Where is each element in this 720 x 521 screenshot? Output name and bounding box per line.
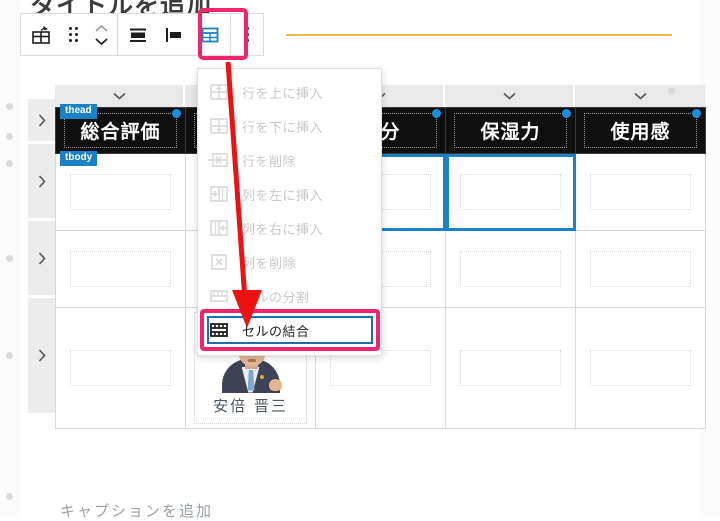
gutter-dot: [6, 255, 13, 262]
menu-item-insert-row-after[interactable]: 行を下に挿入: [198, 109, 381, 143]
cell-placeholder: [460, 174, 561, 210]
table-cell[interactable]: [55, 230, 186, 308]
chevron-right-icon: [38, 113, 46, 127]
cell-handle-dot[interactable]: [432, 109, 441, 118]
table-cell[interactable]: [575, 230, 706, 308]
toolbar-group-align: [117, 14, 230, 55]
insert-column-after-icon: [208, 218, 230, 238]
table-header-cell[interactable]: 使用感: [575, 107, 706, 154]
photo-caption: 安倍 晋三: [213, 396, 288, 415]
chevron-right-icon: [38, 251, 46, 265]
cell-placeholder: [460, 350, 561, 386]
table-header-cell[interactable]: 保湿力: [445, 107, 576, 154]
menu-item-delete-column[interactable]: 列を削除: [198, 245, 381, 279]
cell-placeholder: [590, 350, 691, 386]
gutter-dot: [6, 103, 13, 110]
header-label: 使用感: [610, 122, 671, 143]
gutter-dot: [6, 133, 13, 140]
cell-placeholder: [70, 350, 171, 386]
chevron-right-icon: [38, 174, 46, 188]
menu-item-label: セルの結合: [242, 324, 310, 340]
split-cell-icon: [208, 286, 230, 306]
gutter-dot: [6, 352, 13, 359]
table-cell[interactable]: [445, 307, 576, 429]
menu-item-label: 列を左に挿入: [242, 188, 324, 204]
align-left-icon[interactable]: [156, 14, 192, 55]
align-center-icon[interactable]: [120, 14, 156, 55]
menu-item-label: 行を上に挿入: [242, 86, 324, 102]
more-options-icon[interactable]: [233, 14, 261, 55]
menu-item-insert-column-after[interactable]: 列を右に挿入: [198, 211, 381, 245]
cell-placeholder: [70, 251, 171, 287]
table-cell[interactable]: [575, 307, 706, 429]
table-caption[interactable]: キャプションを追加: [60, 500, 213, 521]
horizontal-rule: [286, 34, 672, 36]
menu-item-merge-cells[interactable]: セルの結合: [198, 313, 381, 347]
menu-item-label: セルの分割: [242, 290, 310, 306]
row-handle-1[interactable]: [28, 144, 55, 221]
struct-tag-thead: thead: [60, 104, 97, 119]
column-menu-5[interactable]: [575, 85, 705, 107]
chevron-down-icon: [112, 87, 126, 105]
row-handle-column: [28, 99, 55, 416]
menu-item-insert-column-before[interactable]: 列を左に挿入: [198, 177, 381, 211]
toolbar-group-block: [21, 14, 117, 55]
gutter-dot: [668, 88, 675, 95]
table-cell-selected[interactable]: [445, 153, 576, 231]
cell-placeholder: [70, 174, 171, 210]
menu-item-label: 列を削除: [242, 256, 297, 272]
struct-tag-tbody: tbody: [60, 151, 98, 166]
insert-column-before-icon: [208, 184, 230, 204]
toolbar-group-more: [230, 14, 263, 55]
table-options-menu[interactable]: 行を上に挿入 行を下に挿入 行を削除 列を左に挿入 列を右に挿入 列を削除 セル…: [197, 68, 382, 356]
table-cell[interactable]: [575, 153, 706, 231]
row-handle-3[interactable]: [28, 298, 55, 416]
menu-item-label: 行を削除: [242, 154, 297, 170]
cell-placeholder: [590, 251, 691, 287]
menu-item-insert-row-before[interactable]: 行を上に挿入: [198, 75, 381, 109]
header-label: 保湿力: [480, 122, 541, 143]
block-toolbar[interactable]: [20, 13, 264, 56]
insert-row-before-icon: [208, 82, 230, 102]
drag-handle-icon[interactable]: [59, 14, 87, 55]
row-handle-2[interactable]: [28, 221, 55, 298]
editor-canvas: タイトルを追加 総合評価 保湿力 使用感 安倍 晋三 thead tbody キ…: [0, 0, 720, 521]
delete-row-icon: [208, 150, 230, 170]
column-menu-4[interactable]: [445, 85, 575, 107]
table-block-icon[interactable]: [23, 14, 59, 55]
menu-item-label: 列を右に挿入: [242, 222, 324, 238]
cell-handle-dot[interactable]: [172, 109, 181, 118]
row-handle-head[interactable]: [28, 99, 55, 144]
move-up-down-icon[interactable]: [87, 14, 115, 55]
menu-item-delete-row[interactable]: 行を削除: [198, 143, 381, 177]
gutter-dot: [6, 493, 13, 500]
gutter-dot: [6, 160, 13, 167]
header-label: 総合評価: [80, 122, 161, 143]
table-cell[interactable]: [445, 230, 576, 308]
insert-row-after-icon: [208, 116, 230, 136]
delete-column-icon: [208, 252, 230, 272]
chevron-down-icon: [633, 87, 647, 105]
menu-item-label: 行を下に挿入: [242, 120, 324, 136]
cell-handle-dot[interactable]: [562, 109, 571, 118]
chevron-down-icon: [502, 87, 516, 105]
edit-table-icon[interactable]: [192, 14, 228, 55]
cell-handle-dot[interactable]: [692, 109, 701, 118]
cell-placeholder: [590, 174, 691, 210]
menu-item-split-cell[interactable]: セルの分割: [198, 279, 381, 313]
cell-placeholder: [460, 251, 561, 287]
table-cell[interactable]: [55, 307, 186, 429]
merge-cells-icon: [208, 320, 230, 340]
chevron-right-icon: [38, 349, 46, 362]
